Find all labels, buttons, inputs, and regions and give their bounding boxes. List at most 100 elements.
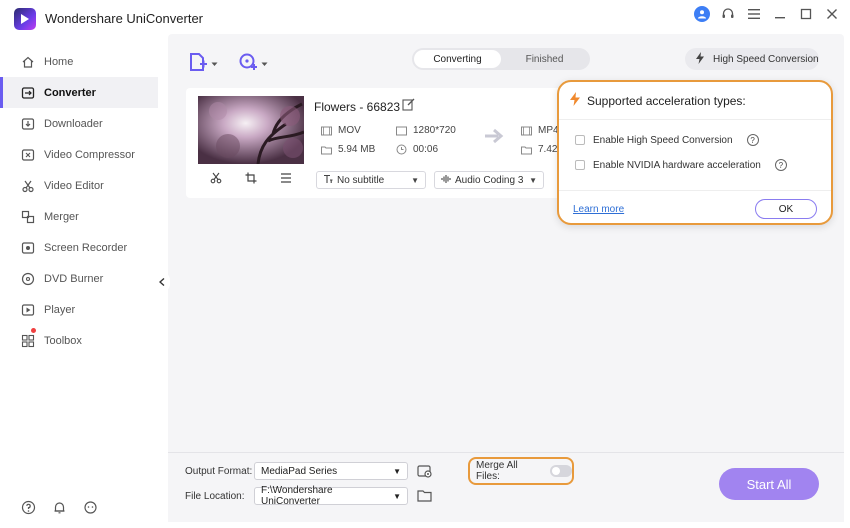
chevron-down-icon: ▼ xyxy=(393,491,401,501)
help-icon[interactable] xyxy=(20,499,36,515)
sidebar-item-label: Video Compressor xyxy=(44,148,135,161)
audio-track-dropdown[interactable]: Audio Coding 3 ▼ xyxy=(434,171,544,189)
feedback-icon[interactable] xyxy=(82,499,98,515)
conversion-status-tabs: Converting Finished xyxy=(412,48,590,70)
bottom-bar: Output Format: MediaPad Series ▼ File Lo… xyxy=(168,452,844,522)
close-icon[interactable] xyxy=(824,6,840,22)
chevron-down-icon: ▼ xyxy=(529,175,537,185)
downloader-icon xyxy=(20,116,36,132)
add-dvd-button[interactable] xyxy=(238,52,268,75)
output-format-dropdown[interactable]: MediaPad Series ▼ xyxy=(254,462,408,480)
merge-all-files-control: Merge All Files: xyxy=(468,457,574,485)
sidebar-item-dvd-burner[interactable]: DVD Burner xyxy=(0,263,158,294)
file-location-dropdown[interactable]: F:\Wondershare UniConverter ▼ xyxy=(254,485,408,507)
option-nvidia-acceleration[interactable]: Enable NVIDIA hardware acceleration ? xyxy=(575,159,787,171)
merge-all-files-toggle[interactable] xyxy=(550,465,572,477)
sidebar-item-label: Downloader xyxy=(44,117,103,130)
grid-icon xyxy=(20,333,36,349)
nvidia-checkbox[interactable] xyxy=(575,160,585,170)
recorder-icon xyxy=(20,240,36,256)
merge-all-files-label: Merge All Files: xyxy=(476,460,518,482)
lightning-icon xyxy=(695,51,705,67)
subtitle-icon xyxy=(323,174,333,187)
sidebar-item-screen-recorder[interactable]: Screen Recorder xyxy=(0,232,158,263)
folder-icon xyxy=(321,144,332,155)
minimize-icon[interactable] xyxy=(772,6,788,22)
video-format-icon xyxy=(321,125,332,136)
support-headset-icon[interactable] xyxy=(720,6,736,22)
add-file-button[interactable] xyxy=(188,52,218,75)
file-location-label: File Location: xyxy=(185,491,245,502)
popup-title: Supported acceleration types: xyxy=(587,93,746,108)
popup-divider xyxy=(559,190,831,191)
sidebar-item-label: Converter xyxy=(44,86,96,99)
help-icon[interactable]: ? xyxy=(774,159,787,171)
chevron-down-icon xyxy=(261,58,268,70)
sidebar-item-label: Player xyxy=(44,303,76,316)
add-dvd-icon xyxy=(238,52,258,75)
option-high-speed-conversion[interactable]: Enable High Speed Conversion ? xyxy=(575,134,759,146)
converter-icon xyxy=(20,85,36,101)
edit-title-icon[interactable] xyxy=(402,98,415,114)
file-title: Flowers - 66823 xyxy=(314,100,401,114)
source-size: 5.94 MB xyxy=(321,144,375,155)
sidebar-item-home[interactable]: Home xyxy=(0,46,158,77)
video-thumbnail[interactable] xyxy=(198,96,304,164)
sidebar: Home Converter Downloader Video Compress… xyxy=(0,34,158,528)
sidebar-item-label: Home xyxy=(44,55,74,68)
sidebar-item-downloader[interactable]: Downloader xyxy=(0,108,158,139)
open-folder-icon[interactable] xyxy=(417,489,432,505)
app-title: Wondershare UniConverter xyxy=(45,11,203,26)
chevron-down-icon: ▼ xyxy=(393,466,401,476)
crop-icon[interactable] xyxy=(245,172,257,187)
window-controls xyxy=(694,6,840,22)
learn-more-link[interactable]: Learn more xyxy=(573,204,624,215)
sidebar-item-label: Merger xyxy=(44,210,79,223)
thumbnail-tools xyxy=(198,168,304,190)
maximize-icon[interactable] xyxy=(798,6,814,22)
user-account-icon[interactable] xyxy=(694,6,710,22)
help-icon[interactable]: ? xyxy=(746,134,759,146)
sidebar-item-video-editor[interactable]: Video Editor xyxy=(0,170,158,201)
sidebar-item-label: DVD Burner xyxy=(44,272,104,285)
tab-finished[interactable]: Finished xyxy=(501,50,588,68)
option-label: Enable High Speed Conversion xyxy=(593,134,733,146)
ok-button[interactable]: OK xyxy=(755,199,817,219)
convert-arrow-icon xyxy=(484,128,506,147)
lightning-icon xyxy=(569,92,581,109)
sidebar-item-video-compressor[interactable]: Video Compressor xyxy=(0,139,158,170)
compressor-icon xyxy=(20,147,36,163)
tab-converting[interactable]: Converting xyxy=(414,50,501,68)
sidebar-item-label: Video Editor xyxy=(44,179,104,192)
high-speed-conversion-label: High Speed Conversion xyxy=(713,53,819,65)
bell-icon[interactable] xyxy=(51,499,67,515)
acceleration-popup: Supported acceleration types: Enable Hig… xyxy=(557,80,833,225)
option-label: Enable NVIDIA hardware acceleration xyxy=(593,159,761,171)
subtitle-dropdown[interactable]: No subtitle ▼ xyxy=(316,171,426,189)
source-format: MOV xyxy=(321,125,361,136)
output-settings-icon[interactable] xyxy=(417,463,433,482)
start-all-button[interactable]: Start All xyxy=(719,468,819,500)
sidebar-item-label: Screen Recorder xyxy=(44,241,128,254)
sidebar-item-player[interactable]: Player xyxy=(0,294,158,325)
source-resolution: 1280*720 xyxy=(396,125,456,136)
target-format: MP4 xyxy=(521,125,559,136)
scissors-icon xyxy=(20,178,36,194)
sidebar-collapse-chevron-icon[interactable] xyxy=(154,272,170,292)
high-speed-conversion-button[interactable]: High Speed Conversion xyxy=(685,48,819,70)
source-duration: 00:06 xyxy=(396,144,438,155)
effects-list-icon[interactable] xyxy=(280,172,292,187)
output-format-label: Output Format: xyxy=(185,466,253,477)
sidebar-item-toolbox[interactable]: Toolbox xyxy=(0,325,158,356)
chevron-down-icon: ▼ xyxy=(411,175,419,185)
trim-scissors-icon[interactable] xyxy=(210,172,222,187)
high-speed-checkbox[interactable] xyxy=(575,135,585,145)
sidebar-item-converter[interactable]: Converter xyxy=(0,77,158,108)
menu-icon[interactable] xyxy=(746,6,762,22)
audio-wave-icon xyxy=(441,174,451,187)
popup-header: Supported acceleration types: xyxy=(559,82,831,120)
sidebar-item-label: Toolbox xyxy=(44,334,82,347)
disc-icon xyxy=(20,271,36,287)
video-format-icon xyxy=(521,125,532,136)
sidebar-item-merger[interactable]: Merger xyxy=(0,201,158,232)
